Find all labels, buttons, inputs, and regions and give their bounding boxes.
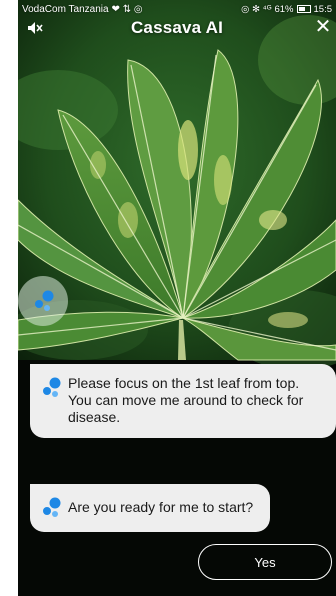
bot-dots-icon	[43, 377, 61, 397]
bot-dots-icon	[35, 290, 54, 311]
battery-icon	[296, 5, 311, 13]
app-header: Cassava AI ✕	[18, 14, 336, 42]
battery-percent: 61%	[274, 3, 294, 15]
phone-screen: VodaCom Tanzania ❤ ⇅ ◎ ◎ ✻ ⁴ᴳ 61% 15:5 C…	[18, 0, 336, 596]
status-right: ◎ ✻ ⁴ᴳ 61% 15:5	[241, 4, 332, 15]
close-icon[interactable]: ✕	[312, 16, 334, 38]
chat-bubble-instruction: Please focus on the 1st leaf from top. Y…	[30, 364, 336, 438]
draggable-bot-handle[interactable]	[18, 276, 68, 326]
chat-message-text: Please focus on the 1st leaf from top. Y…	[68, 375, 304, 425]
status-left: VodaCom Tanzania ❤ ⇅ ◎	[22, 4, 143, 15]
page-title: Cassava AI	[130, 18, 224, 37]
chat-message-text: Are you ready for me to start?	[68, 499, 254, 515]
bot-dots-icon	[43, 497, 61, 517]
chat-bubble-question: Are you ready for me to start?	[30, 484, 270, 532]
speaker-muted-icon[interactable]	[24, 18, 46, 38]
status-icons-left: ❤ ⇅ ◎	[111, 3, 143, 15]
carrier-label: VodaCom Tanzania	[22, 3, 109, 15]
status-icons-right: ◎ ✻ ⁴ᴳ	[241, 3, 272, 15]
clock: 15:5	[313, 3, 333, 15]
yes-button[interactable]: Yes	[198, 544, 332, 580]
